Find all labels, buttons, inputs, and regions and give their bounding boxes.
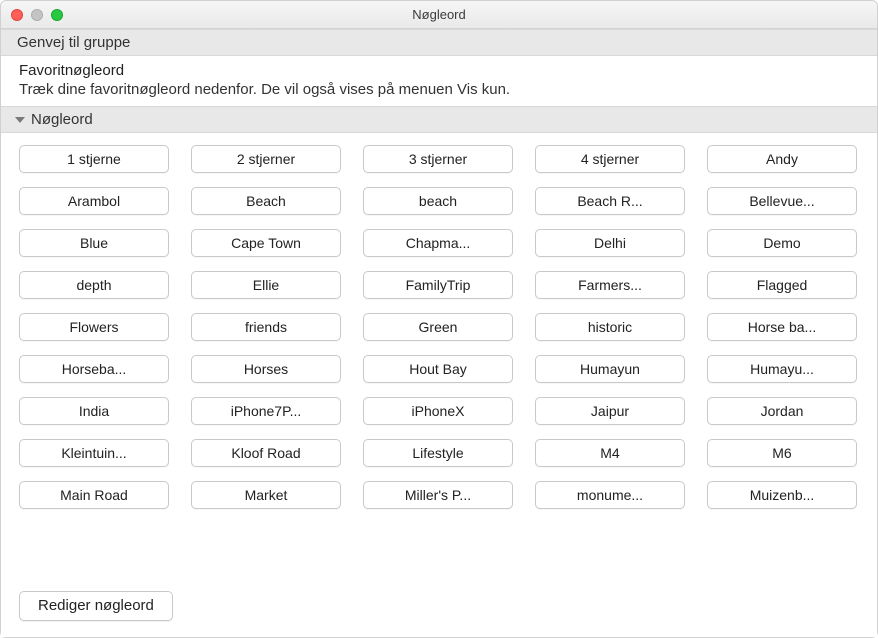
- keyword-button[interactable]: beach: [363, 187, 513, 215]
- keyword-button[interactable]: Flowers: [19, 313, 169, 341]
- keyword-button[interactable]: iPhone7P...: [191, 397, 341, 425]
- keyword-button[interactable]: Beach: [191, 187, 341, 215]
- keyword-button[interactable]: Bellevue...: [707, 187, 857, 215]
- keyword-button[interactable]: Andy: [707, 145, 857, 173]
- keyword-button[interactable]: FamilyTrip: [363, 271, 513, 299]
- keyword-button[interactable]: Cape Town: [191, 229, 341, 257]
- footer: Rediger nøgleord: [1, 579, 877, 637]
- edit-keywords-button[interactable]: Rediger nøgleord: [19, 591, 173, 621]
- keyword-button[interactable]: Market: [191, 481, 341, 509]
- window-titlebar: Nøgleord: [1, 1, 877, 29]
- keyword-button[interactable]: Beach R...: [535, 187, 685, 215]
- keyword-button[interactable]: Ellie: [191, 271, 341, 299]
- keyword-button[interactable]: historic: [535, 313, 685, 341]
- keyword-button[interactable]: Arambol: [19, 187, 169, 215]
- keyword-button[interactable]: Muizenb...: [707, 481, 857, 509]
- keyword-button[interactable]: 3 stjerner: [363, 145, 513, 173]
- keyword-button[interactable]: Delhi: [535, 229, 685, 257]
- fullscreen-button[interactable]: [51, 9, 63, 21]
- keyword-button[interactable]: Blue: [19, 229, 169, 257]
- keyword-button[interactable]: Jordan: [707, 397, 857, 425]
- keyword-button[interactable]: Miller's P...: [363, 481, 513, 509]
- keyword-grid: 1 stjerne 2 stjerner 3 stjerner 4 stjerner A…: [19, 145, 859, 509]
- keyword-button[interactable]: M6: [707, 439, 857, 467]
- keyword-button[interactable]: Humayu...: [707, 355, 857, 383]
- keywords-container: 1 stjerne 2 stjerner 3 stjerner 4 stjerner A…: [1, 133, 877, 579]
- keyword-button[interactable]: Demo: [707, 229, 857, 257]
- favorites-section: Favoritnøgleord Træk dine favoritnøgleor…: [1, 56, 877, 106]
- keyword-button[interactable]: 1 stjerne: [19, 145, 169, 173]
- keyword-button[interactable]: Flagged: [707, 271, 857, 299]
- keyword-button[interactable]: India: [19, 397, 169, 425]
- favorites-description: Træk dine favoritnøgleord nedenfor. De v…: [19, 81, 859, 98]
- keyword-button[interactable]: depth: [19, 271, 169, 299]
- window-title: Nøgleord: [1, 7, 877, 22]
- keyword-button[interactable]: Horseba...: [19, 355, 169, 383]
- keyword-button[interactable]: Main Road: [19, 481, 169, 509]
- keyword-button[interactable]: Humayun: [535, 355, 685, 383]
- keyword-button[interactable]: Lifestyle: [363, 439, 513, 467]
- keyword-button[interactable]: M4: [535, 439, 685, 467]
- keyword-button[interactable]: Horses: [191, 355, 341, 383]
- keyword-button[interactable]: Horse ba...: [707, 313, 857, 341]
- keywords-section-label: Nøgleord: [31, 111, 93, 128]
- keyword-button[interactable]: Kleintuin...: [19, 439, 169, 467]
- group-shortcut-header: Genvej til gruppe: [1, 29, 877, 56]
- keyword-button[interactable]: monume...: [535, 481, 685, 509]
- chevron-down-icon: [15, 117, 25, 123]
- keywords-section-header[interactable]: Nøgleord: [1, 106, 877, 133]
- keyword-button[interactable]: Farmers...: [535, 271, 685, 299]
- keyword-button[interactable]: Green: [363, 313, 513, 341]
- keyword-button[interactable]: 2 stjerner: [191, 145, 341, 173]
- keyword-button[interactable]: friends: [191, 313, 341, 341]
- keyword-button[interactable]: Hout Bay: [363, 355, 513, 383]
- keyword-button[interactable]: iPhoneX: [363, 397, 513, 425]
- keyword-button[interactable]: 4 stjerner: [535, 145, 685, 173]
- close-button[interactable]: [11, 9, 23, 21]
- keyword-button[interactable]: Kloof Road: [191, 439, 341, 467]
- favorites-title: Favoritnøgleord: [19, 62, 859, 79]
- traffic-lights: [1, 9, 63, 21]
- minimize-button[interactable]: [31, 9, 43, 21]
- keyword-button[interactable]: Jaipur: [535, 397, 685, 425]
- keyword-button[interactable]: Chapma...: [363, 229, 513, 257]
